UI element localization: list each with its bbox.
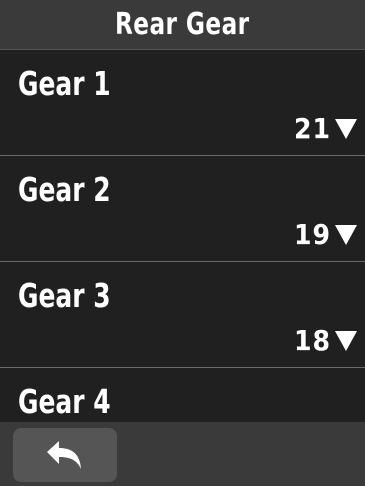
gear-value: 18 xyxy=(293,324,331,357)
gear-label: Gear 3 xyxy=(18,276,111,315)
dropdown-triangle-icon xyxy=(335,225,357,245)
gear-value-dropdown[interactable]: 21 xyxy=(294,113,357,145)
gear-value: 21 xyxy=(293,112,331,145)
gear-item-1[interactable]: Gear 1 21 xyxy=(0,50,365,156)
gear-value: 19 xyxy=(293,218,331,251)
gear-label: Gear 4 xyxy=(18,382,111,421)
gear-label: Gear 2 xyxy=(18,170,111,209)
dropdown-triangle-icon xyxy=(335,119,357,139)
gear-item-3[interactable]: Gear 3 18 xyxy=(0,262,365,368)
page-title: Rear Gear xyxy=(115,7,250,42)
back-button[interactable] xyxy=(13,428,117,482)
screen: Rear Gear Gear 1 21 Gear 2 19 Gear 3 18 … xyxy=(0,0,365,486)
dropdown-triangle-icon xyxy=(335,331,357,351)
back-arrow-icon xyxy=(47,441,81,469)
gear-item-2[interactable]: Gear 2 19 xyxy=(0,156,365,262)
gear-value-dropdown[interactable]: 19 xyxy=(294,219,357,251)
gear-label: Gear 1 xyxy=(18,64,111,103)
gear-value-dropdown[interactable]: 18 xyxy=(294,325,357,357)
footer-bar xyxy=(0,422,365,486)
header-bar: Rear Gear xyxy=(0,0,365,50)
